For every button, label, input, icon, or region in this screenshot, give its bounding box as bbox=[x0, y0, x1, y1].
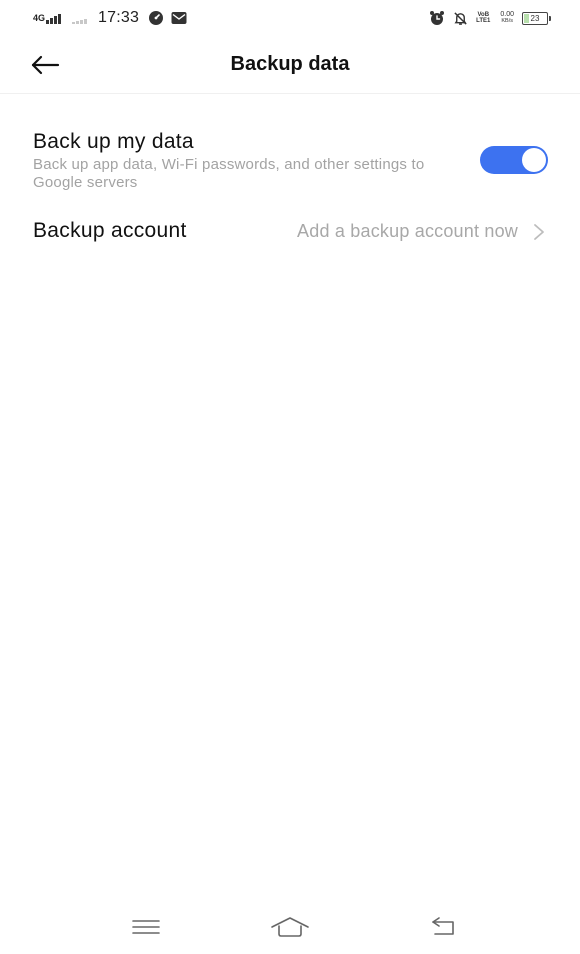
toggle-knob bbox=[522, 148, 546, 172]
status-bar-left: 4G 17:33 bbox=[33, 8, 195, 28]
home-icon bbox=[271, 917, 309, 937]
battery-percent: 23 bbox=[530, 13, 540, 23]
network-type: 4G bbox=[33, 12, 46, 23]
menu-icon bbox=[132, 920, 160, 934]
chevron-right-icon bbox=[534, 224, 544, 240]
signal-strength-icon bbox=[46, 13, 62, 24]
home-button[interactable] bbox=[268, 912, 312, 942]
volte-indicator: VoB LTE1 bbox=[476, 11, 491, 25]
status-time: 17:33 bbox=[98, 9, 140, 26]
notifications-muted-icon bbox=[454, 11, 467, 25]
backup-toggle-switch[interactable] bbox=[480, 146, 548, 174]
backup-account-label: Backup account bbox=[33, 219, 187, 242]
menu-button[interactable] bbox=[124, 912, 168, 942]
backup-my-data-setting[interactable]: Back up my data Back up app data, Wi-Fi … bbox=[0, 126, 580, 196]
return-icon bbox=[432, 917, 454, 935]
status-bar-right: VoB LTE1 0.00 KB/s 23 bbox=[429, 9, 551, 27]
mail-icon bbox=[171, 12, 187, 24]
backup-my-data-description: Back up app data, Wi-Fi passwords, and o… bbox=[33, 156, 425, 191]
battery-level-fill bbox=[524, 13, 530, 23]
alarm-icon bbox=[430, 11, 445, 25]
page-title: Backup data bbox=[230, 53, 350, 75]
back-nav-button[interactable] bbox=[420, 912, 464, 942]
navigation-bar bbox=[0, 908, 580, 948]
network-speed: 0.00 KB/s bbox=[500, 11, 514, 24]
backup-account-value: Add a backup account now bbox=[297, 221, 518, 241]
backup-my-data-title: Back up my data bbox=[33, 130, 194, 153]
signal-strength-sim2-icon bbox=[72, 13, 88, 24]
speedometer-icon bbox=[149, 11, 164, 25]
backup-account-setting[interactable]: Backup account Add a backup account now bbox=[0, 212, 580, 252]
battery-icon: 23 bbox=[522, 11, 551, 25]
app-header: Backup data bbox=[0, 36, 580, 94]
status-bar: 4G 17:33 VoB LTE1 0.00 KB/s 23 bbox=[0, 0, 580, 36]
